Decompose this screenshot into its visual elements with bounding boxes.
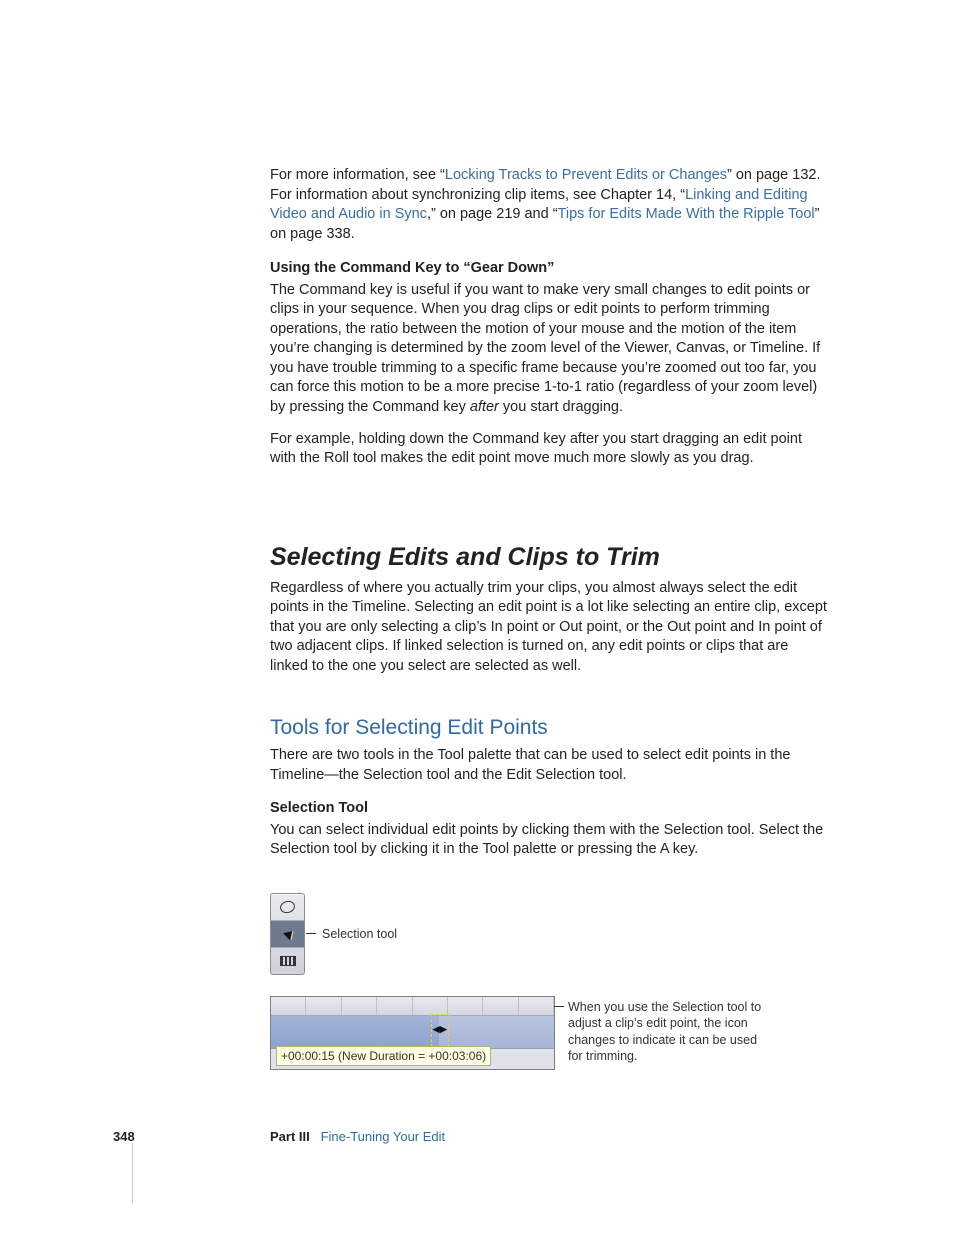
group-select-icon bbox=[280, 956, 296, 966]
fig1-caption: Selection tool bbox=[322, 926, 397, 942]
arrow-icon bbox=[283, 928, 296, 941]
text: For more information, see “ bbox=[270, 167, 445, 183]
section-selecting-edits: Selecting Edits and Clips to Trim Regard… bbox=[270, 541, 830, 689]
selection-tool-body: You can select individual edit points by… bbox=[270, 821, 830, 860]
link-ripple-tips[interactable]: Tips for Edits Made With the Ripple Tool bbox=[558, 206, 815, 222]
tool-group-select[interactable] bbox=[271, 948, 304, 974]
clip-left[interactable] bbox=[271, 1016, 440, 1048]
margin-rule bbox=[132, 1143, 133, 1203]
timeline-ruler bbox=[271, 997, 554, 1016]
footer-part: Part III bbox=[270, 1129, 310, 1144]
gear-section: Using the Command Key to “Gear Down” The… bbox=[270, 259, 830, 481]
duration-tooltip: +00:00:15 (New Duration = +00:03:06) bbox=[276, 1046, 491, 1066]
italic-after: after bbox=[470, 399, 499, 415]
text: you start dragging. bbox=[499, 399, 623, 415]
leader-line bbox=[306, 933, 316, 934]
clip-right[interactable] bbox=[439, 1016, 554, 1048]
lasso-icon bbox=[279, 899, 297, 914]
timeline-track[interactable]: ◂▪▸ bbox=[271, 1016, 554, 1049]
text: ,” on page 219 and “ bbox=[427, 206, 558, 222]
h2-body: Regardless of where you actually trim yo… bbox=[270, 579, 830, 677]
h3-tools: Tools for Selecting Edit Points bbox=[270, 714, 830, 742]
tool-palette bbox=[270, 893, 305, 975]
text: The Command key is useful if you want to… bbox=[270, 282, 820, 415]
footer: Part III Fine-Tuning Your Edit bbox=[270, 1128, 445, 1146]
tool-lasso[interactable] bbox=[271, 894, 304, 921]
timeline[interactable]: ◂▪▸ +00:00:15 (New Duration = +00:03:06) bbox=[270, 996, 555, 1070]
subsection-selection-tool: Selection Tool You can select individual… bbox=[270, 799, 830, 872]
gear-heading: Using the Command Key to “Gear Down” bbox=[270, 259, 830, 279]
h3-body: There are two tools in the Tool palette … bbox=[270, 746, 830, 785]
link-locking-tracks[interactable]: Locking Tracks to Prevent Edits or Chang… bbox=[445, 167, 727, 183]
footer-title: Fine-Tuning Your Edit bbox=[321, 1129, 446, 1144]
trim-cursor-icon: ◂▪▸ bbox=[433, 1020, 445, 1038]
timeline-figure: ◂▪▸ +00:00:15 (New Duration = +00:03:06) bbox=[270, 996, 553, 1068]
tool-palette-figure bbox=[270, 893, 305, 975]
tool-selection[interactable] bbox=[271, 921, 304, 948]
intro-paragraph: For more information, see “Locking Track… bbox=[270, 166, 830, 256]
page: For more information, see “Locking Track… bbox=[0, 0, 954, 1235]
h2-selecting-edits: Selecting Edits and Clips to Trim bbox=[270, 541, 830, 575]
leader-line bbox=[554, 1006, 564, 1007]
fig2-caption: When you use the Selection tool to adjus… bbox=[568, 999, 768, 1064]
gear-example: For example, holding down the Command ke… bbox=[270, 430, 830, 469]
selection-tool-heading: Selection Tool bbox=[270, 799, 830, 819]
section-tools: Tools for Selecting Edit Points There ar… bbox=[270, 714, 830, 797]
